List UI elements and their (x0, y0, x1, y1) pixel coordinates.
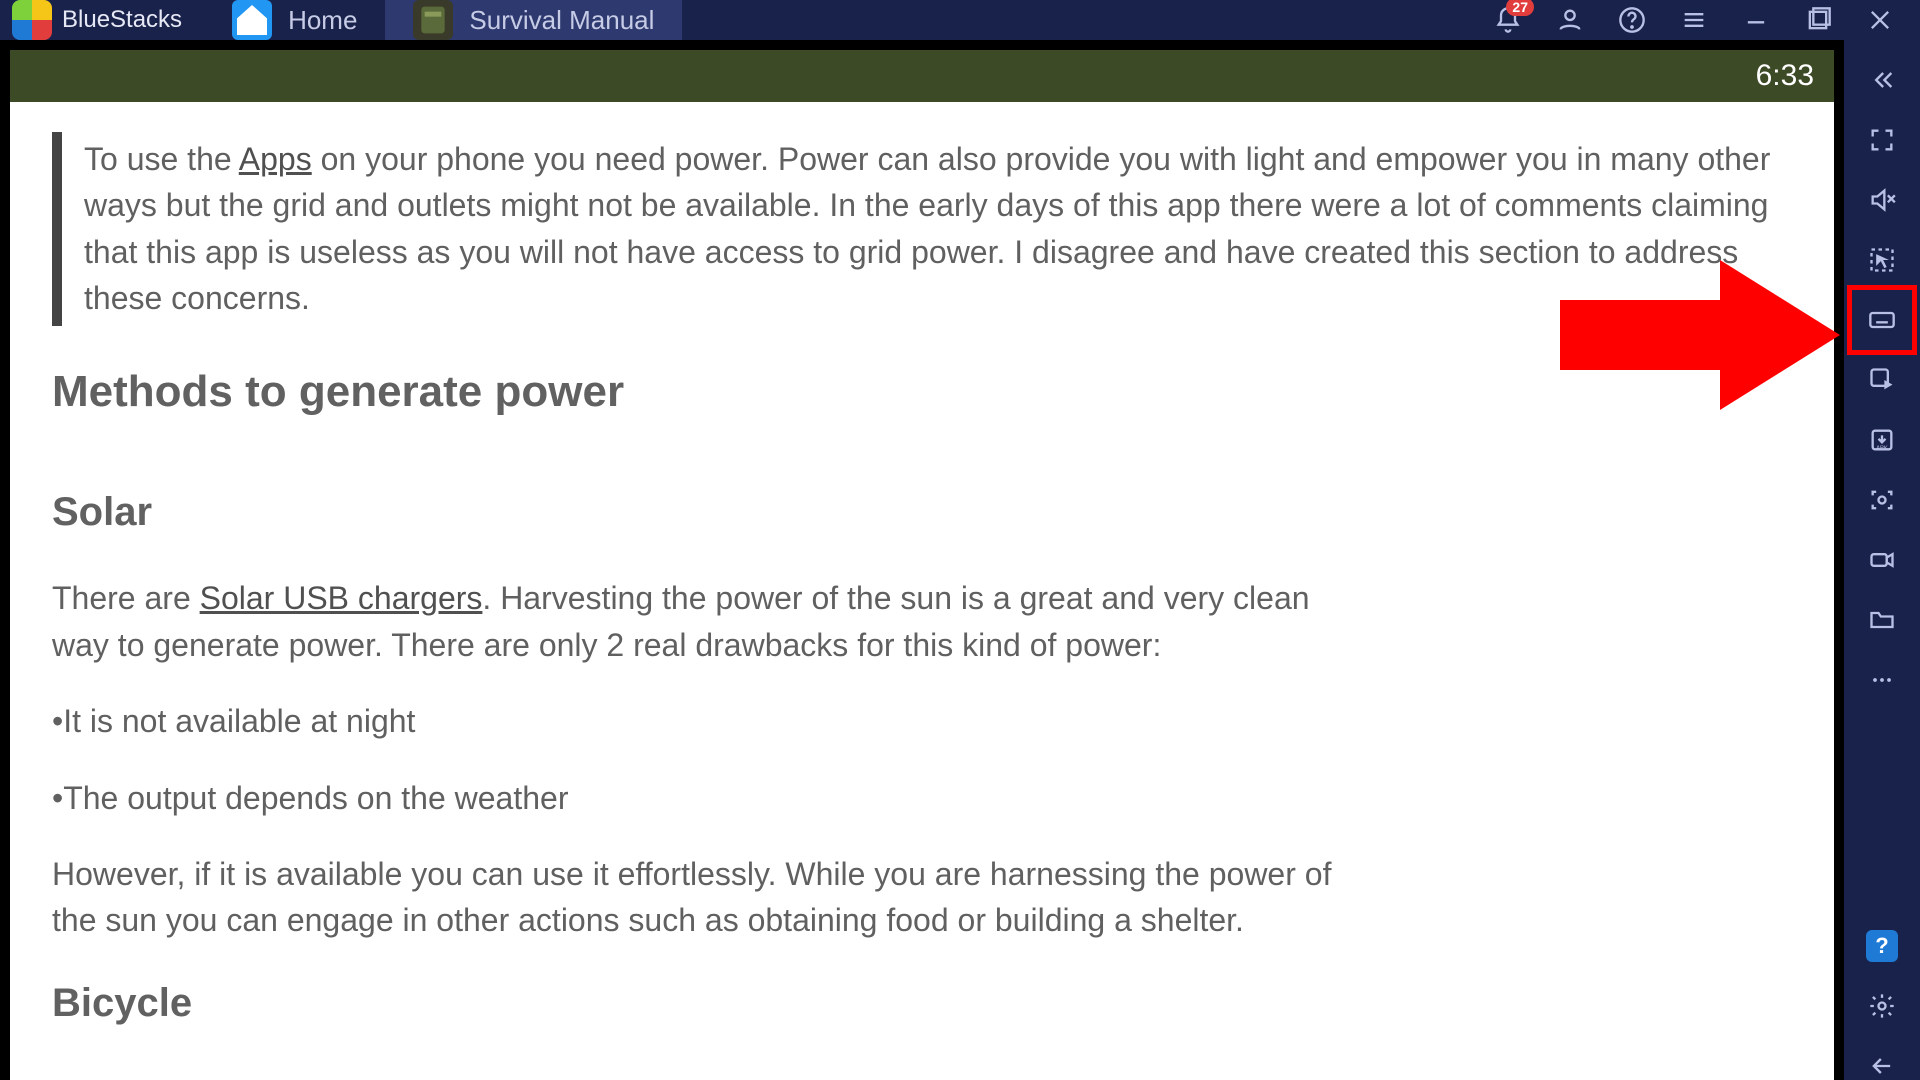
article-content[interactable]: To use the Apps on your phone you need p… (10, 102, 1834, 1080)
help-icon: ? (1866, 930, 1898, 962)
home-icon (232, 0, 272, 40)
bluestacks-logo-icon (12, 0, 52, 40)
side-toolbar: APK ? (1844, 40, 1920, 1080)
intro-text-1: To use the (84, 141, 239, 177)
fullscreen-button[interactable] (1854, 112, 1910, 168)
intro-text-2: on your phone you need power. Power can … (84, 141, 1770, 316)
solar-p1-before: There are (52, 580, 200, 616)
back-button[interactable] (1854, 1038, 1910, 1080)
help-button[interactable] (1616, 4, 1648, 36)
titlebar-actions: 27 (1492, 4, 1912, 36)
notifications-button[interactable]: 27 (1492, 4, 1524, 36)
section-heading: Methods to generate power (52, 360, 1792, 424)
tab-strip: Home Survival Manual (204, 0, 682, 40)
apps-link[interactable]: Apps (239, 141, 312, 177)
more-button[interactable] (1854, 652, 1910, 708)
bullet-weather: •The output depends on the weather (52, 775, 1792, 821)
solar-heading: Solar (52, 483, 1792, 541)
clock-label: 6:33 (1756, 59, 1814, 93)
maximize-button[interactable] (1802, 4, 1834, 36)
intro-quote: To use the Apps on your phone you need p… (52, 132, 1792, 326)
notification-badge: 27 (1506, 0, 1534, 16)
tab-home-label: Home (288, 5, 357, 36)
android-status-bar: 6:33 (10, 50, 1834, 102)
solar-paragraph-1: There are Solar USB chargers. Harvesting… (52, 575, 1352, 668)
close-button[interactable] (1864, 4, 1896, 36)
svg-text:APK: APK (1876, 445, 1888, 451)
menu-button[interactable] (1678, 4, 1710, 36)
volume-mute-button[interactable] (1854, 172, 1910, 228)
media-folder-button[interactable] (1854, 592, 1910, 648)
annotation-arrow-icon (1560, 250, 1870, 425)
titlebar: BlueStacks Home Survival Manual 27 (0, 0, 1920, 40)
tab-survival-label: Survival Manual (469, 5, 654, 36)
survival-app-icon (413, 0, 453, 40)
bullet-night: •It is not available at night (52, 698, 1792, 744)
brand-label: BlueStacks (62, 6, 182, 34)
screenshot-button[interactable] (1854, 472, 1910, 528)
account-button[interactable] (1554, 4, 1586, 36)
tab-survival-manual[interactable]: Survival Manual (385, 0, 682, 40)
emulator-viewport: 6:33 To use the Apps on your phone you n… (0, 40, 1844, 1080)
solar-chargers-link[interactable]: Solar USB chargers (200, 580, 483, 616)
bicycle-heading: Bicycle (52, 974, 1792, 1032)
app-screen: 6:33 To use the Apps on your phone you n… (10, 50, 1834, 1080)
record-video-button[interactable] (1854, 532, 1910, 588)
minimize-button[interactable] (1740, 4, 1772, 36)
tab-home[interactable]: Home (204, 0, 385, 40)
solar-paragraph-2: However, if it is available you can use … (52, 851, 1352, 944)
collapse-sidebar-button[interactable] (1854, 52, 1910, 108)
help-center-button[interactable]: ? (1854, 918, 1910, 974)
settings-button[interactable] (1854, 978, 1910, 1034)
